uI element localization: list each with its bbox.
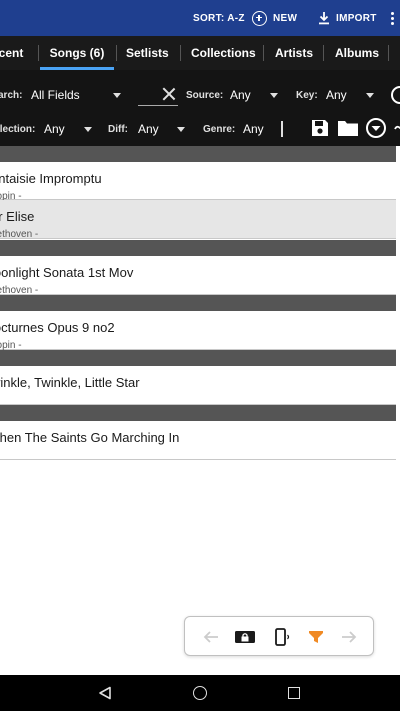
filter-panel: arch: All Fields Source: Any Key: Any ll…	[0, 70, 400, 146]
sort-button[interactable]: SORT: A-Z	[193, 0, 245, 36]
chevron-down-icon	[113, 93, 121, 98]
chevron-down-icon	[270, 93, 278, 98]
song-row[interactable]: ür Elise eethoven -	[0, 200, 396, 240]
group-header	[0, 240, 396, 256]
tab-divider	[388, 45, 389, 61]
import-button[interactable]: IMPORT	[318, 0, 377, 36]
difficulty-select[interactable]: Any	[138, 112, 159, 146]
tab-songs-label: Songs (6)	[49, 46, 105, 60]
tab-artists-label: Artists	[275, 46, 314, 60]
save-icon	[312, 120, 328, 136]
folder-icon	[338, 121, 358, 136]
arrow-left-icon	[203, 631, 218, 643]
filter-button[interactable]	[305, 626, 327, 648]
diff-label: Diff:	[108, 123, 128, 135]
floating-toolbar	[184, 616, 374, 656]
new-button[interactable]: NEW	[252, 0, 297, 36]
song-title: winkle, Twinkle, Little Star	[0, 375, 140, 390]
song-row[interactable]: locturnes Opus 9 no2 hopin -	[0, 311, 396, 351]
source-select[interactable]: Any	[230, 78, 251, 112]
previous-button[interactable]	[200, 626, 222, 648]
chevron-down-icon	[177, 127, 185, 132]
options-circle-icon[interactable]	[391, 86, 400, 104]
genre-label: Genre:	[203, 123, 236, 135]
song-row[interactable]: loonlight Sonata 1st Mov eethoven -	[0, 256, 396, 296]
genre-select[interactable]: Any	[243, 112, 264, 146]
tab-divider	[116, 45, 117, 61]
song-title: Vhen The Saints Go Marching In	[0, 430, 180, 445]
collection-select[interactable]: Any	[44, 112, 65, 146]
action-bar: SORT: A-Z NEW IMPORT	[0, 0, 400, 36]
tab-bar: ecent Songs (6) Setlists Collections Art…	[0, 36, 400, 70]
tab-divider	[263, 45, 264, 61]
song-row[interactable]: Vhen The Saints Go Marching In	[0, 421, 396, 460]
song-row[interactable]: winkle, Twinkle, Little Star	[0, 366, 396, 405]
chevron-down-icon	[84, 127, 92, 132]
divider	[281, 121, 283, 137]
song-title: locturnes Opus 9 no2	[0, 320, 115, 335]
key-label: Key:	[296, 89, 318, 101]
collection-label: llection:	[0, 123, 36, 135]
import-label: IMPORT	[336, 12, 377, 24]
chevron-down-icon	[366, 93, 374, 98]
more-vert-icon	[391, 11, 394, 25]
source-label: Source:	[186, 89, 224, 101]
close-icon[interactable]	[162, 87, 176, 101]
tab-albums-label: Albums	[335, 46, 380, 60]
rotate-button[interactable]	[271, 626, 293, 648]
more-filters-button[interactable]	[388, 116, 400, 140]
tab-albums[interactable]: Albums	[335, 36, 379, 70]
open-folder-button[interactable]	[336, 116, 360, 140]
tilde-icon	[394, 125, 400, 130]
lock-icon	[235, 631, 255, 643]
download-icon	[319, 12, 329, 25]
tab-collections[interactable]: Collections	[191, 36, 256, 70]
tab-collections-label: Collections	[191, 46, 256, 60]
filter-icon	[309, 631, 323, 643]
lock-button[interactable]	[234, 626, 256, 648]
back-triangle-icon	[99, 686, 111, 700]
tab-divider	[38, 45, 39, 61]
filter-row-search: arch: All Fields Source: Any Key: Any	[0, 78, 400, 112]
song-row[interactable]: antaisie Impromptu hopin -	[0, 162, 396, 202]
tab-setlists[interactable]: Setlists	[126, 36, 169, 70]
overflow-menu-button[interactable]	[391, 0, 394, 36]
group-header	[0, 146, 396, 162]
search-field-select[interactable]: All Fields	[31, 78, 80, 112]
song-artist: eethoven -	[0, 229, 39, 240]
save-filter-button[interactable]	[308, 116, 332, 140]
tab-setlists-label: Setlists	[126, 46, 169, 60]
group-header	[0, 405, 396, 421]
filter-menu-button[interactable]	[364, 116, 388, 140]
nav-recents-button[interactable]	[288, 687, 300, 699]
new-label: NEW	[273, 12, 298, 24]
song-title: antaisie Impromptu	[0, 171, 102, 186]
search-label: arch:	[0, 89, 23, 101]
tab-recent[interactable]: ecent	[0, 36, 23, 70]
key-select[interactable]: Any	[326, 78, 347, 112]
arrow-right-icon	[342, 631, 357, 643]
song-title: ür Elise	[0, 209, 35, 224]
tab-divider	[323, 45, 324, 61]
sort-label: SORT: A-Z	[193, 12, 245, 24]
tab-divider	[180, 45, 181, 61]
tab-recent-label: ecent	[0, 46, 24, 60]
nav-back-button[interactable]	[98, 686, 112, 700]
plus-circle-icon	[252, 10, 267, 26]
group-header	[0, 295, 396, 311]
song-title: loonlight Sonata 1st Mov	[0, 265, 134, 280]
tab-artists[interactable]: Artists	[275, 36, 313, 70]
chevron-down-circle-icon	[366, 118, 386, 138]
tab-songs[interactable]: Songs (6)	[40, 36, 114, 70]
group-header	[0, 350, 396, 366]
next-button[interactable]	[338, 626, 360, 648]
rotate-icon	[275, 628, 290, 646]
nav-home-button[interactable]	[193, 686, 207, 700]
system-nav-bar	[0, 675, 400, 711]
filter-row-attributes: llection: Any Diff: Any Genre: Any	[0, 112, 400, 146]
song-list: antaisie Impromptu hopin - ür Elise eeth…	[0, 146, 400, 460]
